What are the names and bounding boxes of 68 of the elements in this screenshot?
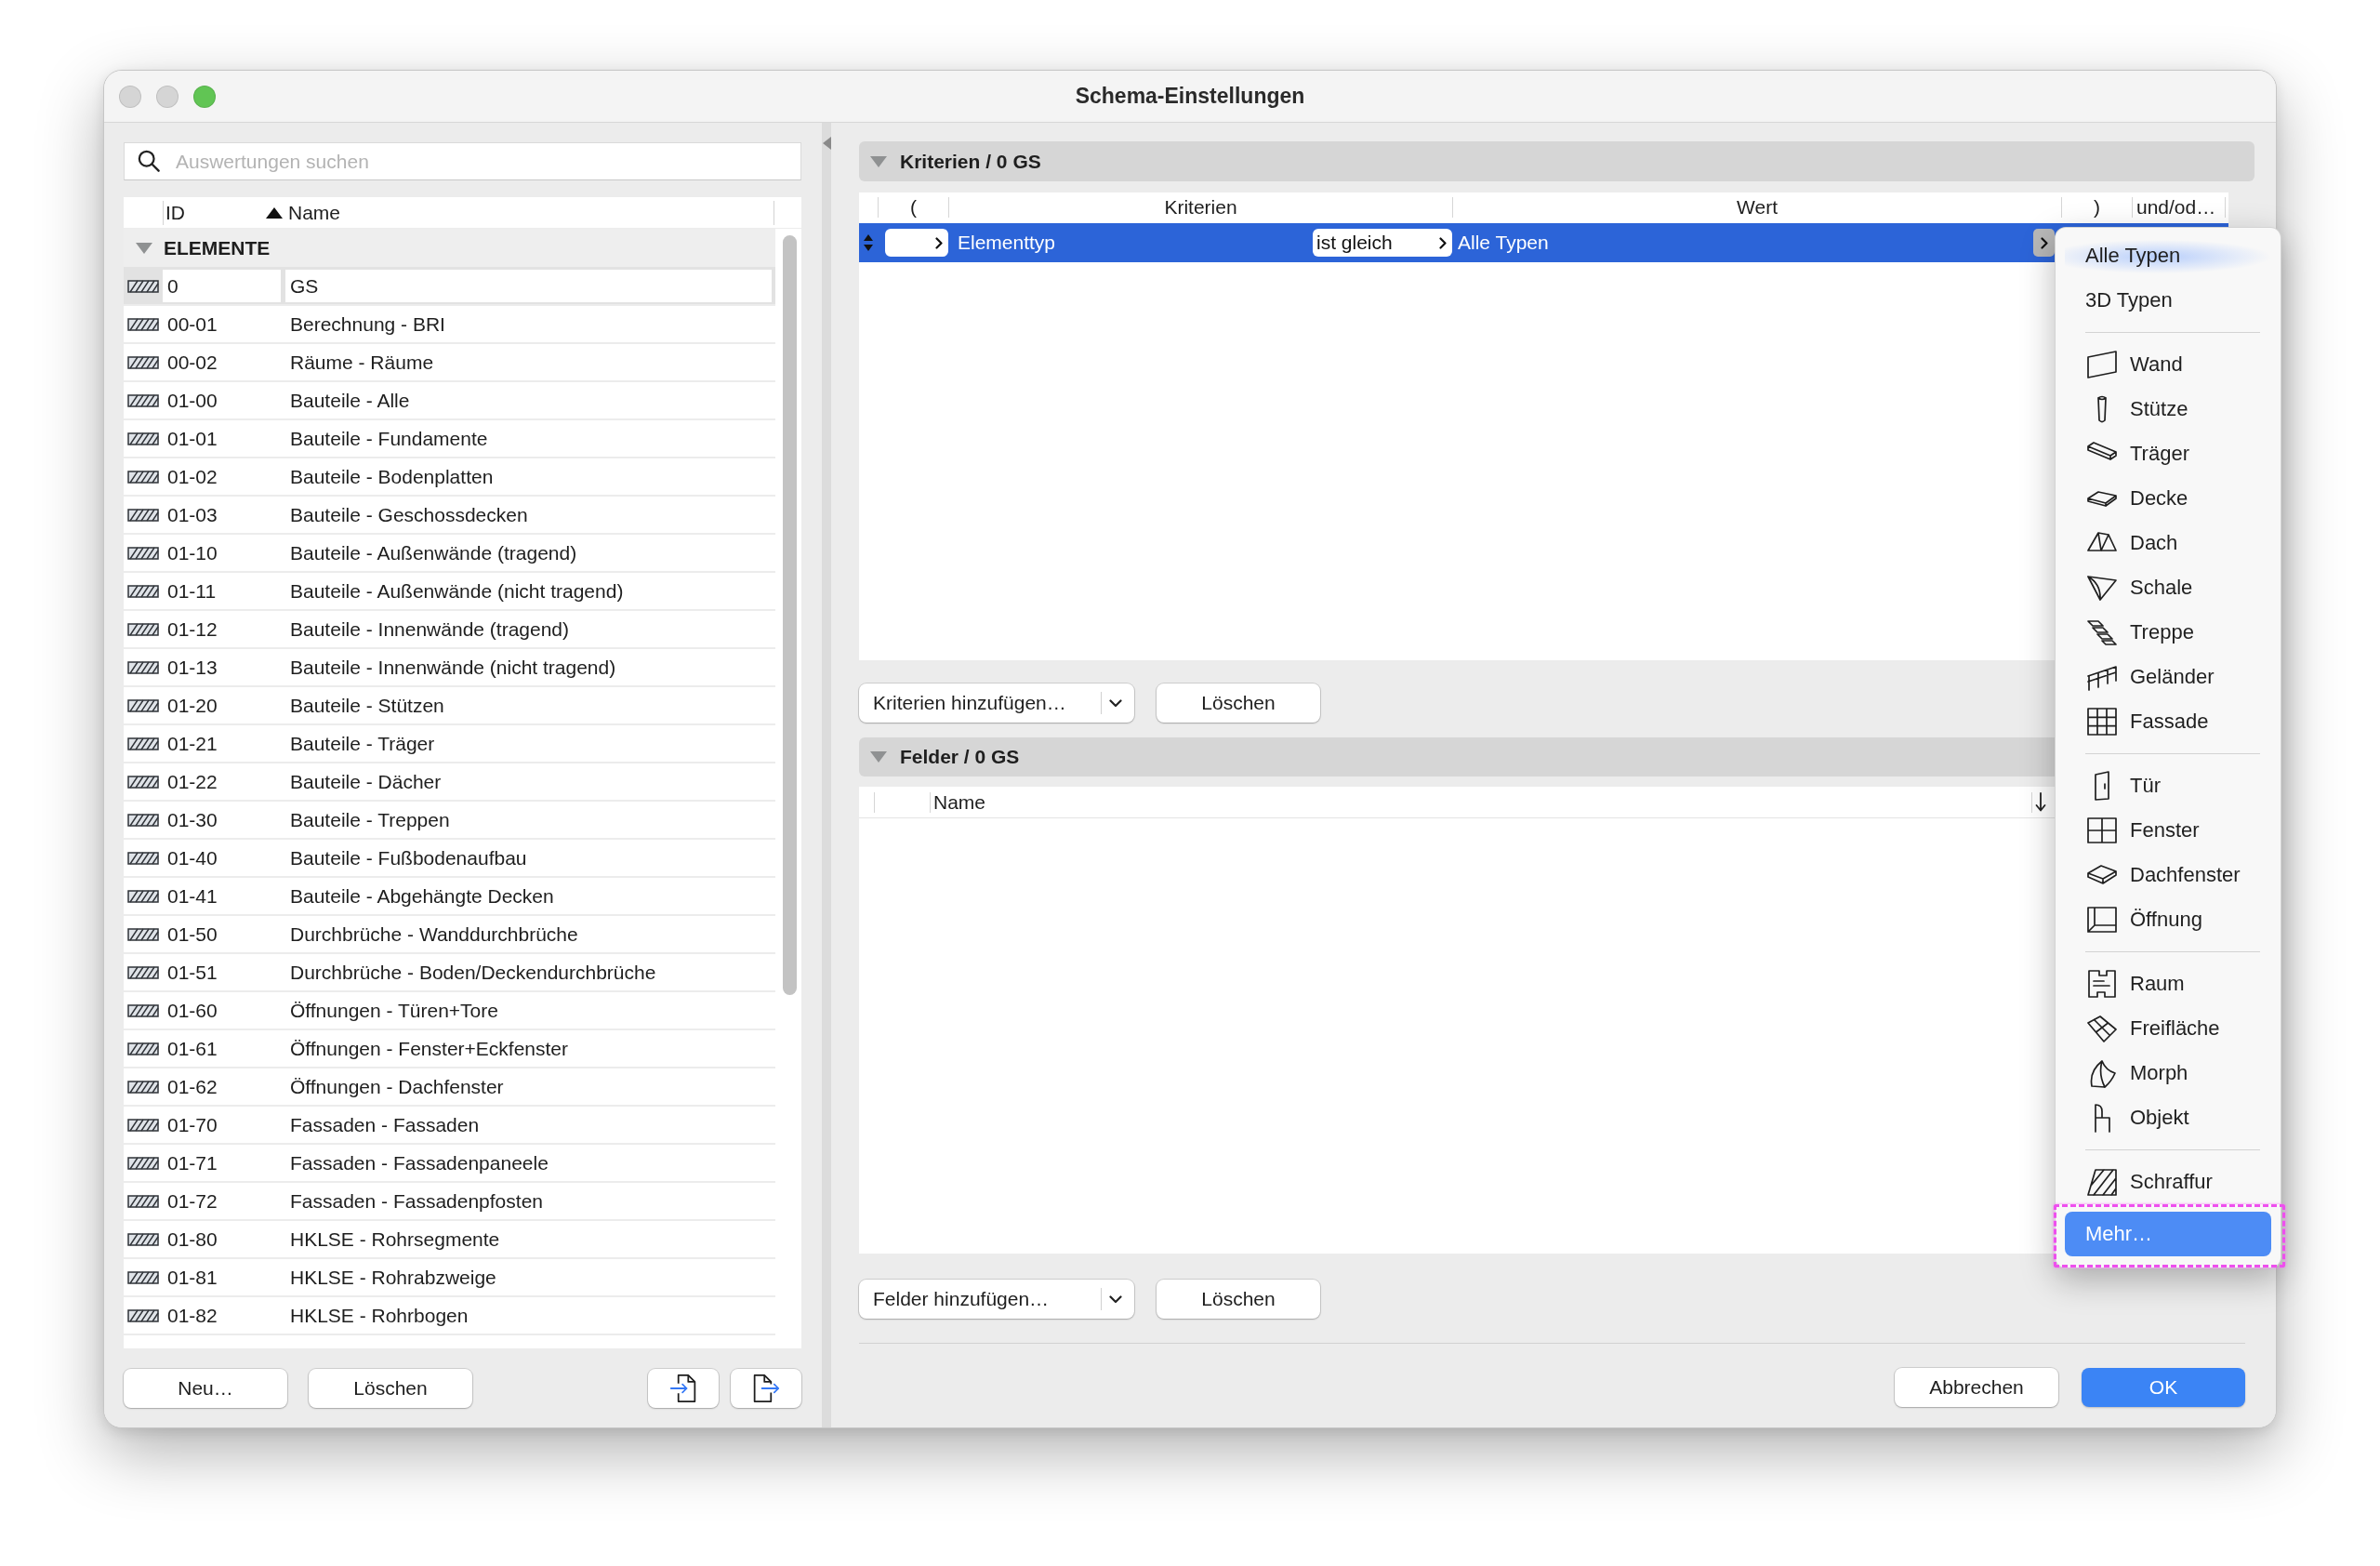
column-header: )	[2061, 196, 2132, 218]
id-cell-text: 01-12	[166, 617, 218, 642]
name-cell-text: Bauteile - Alle	[289, 389, 411, 413]
id-cell-text: 01-01	[166, 427, 218, 451]
id-cell-text: 01-00	[166, 389, 218, 413]
section-title: Felder / 0 GS	[900, 746, 1020, 768]
id-cell-text: 01-70	[166, 1113, 218, 1137]
id-cell-text: 01-03	[166, 503, 218, 527]
name-cell-text: HKLSE - Rohrsegmente	[289, 1228, 501, 1252]
id-cell-text: 01-02	[166, 465, 218, 489]
id-cell-text: 01-62	[166, 1075, 218, 1099]
id-cell-text: 01-10	[166, 541, 218, 565]
id-cell: 0	[163, 270, 281, 302]
name-cell-text: Durchbrüche - Boden/Deckendurchbrüche	[289, 961, 657, 985]
id-cell-text: 01-81	[166, 1266, 218, 1290]
name-cell-text: Bauteile - Fußbodenaufbau	[289, 846, 528, 870]
name-cell-text: Fassaden - Fassaden	[289, 1113, 481, 1137]
window-title: Schema-Einstellungen	[1075, 84, 1305, 109]
name-cell-text: Berechnung - BRI	[289, 312, 446, 337]
id-cell-text: 01-40	[166, 846, 218, 870]
column-header: (	[878, 196, 948, 218]
value-cell-text: Alle Typen	[1457, 232, 1550, 254]
id-cell-text: 01-50	[166, 922, 218, 947]
name-cell-text: HKLSE - Rohrbogen	[289, 1304, 469, 1328]
name-cell-text: Fassaden - Fassadenpfosten	[289, 1189, 544, 1214]
id-cell-text: 01-80	[166, 1228, 218, 1252]
id-cell-text: 00-01	[166, 312, 218, 337]
id-cell-text: 01-71	[166, 1151, 218, 1175]
name-cell-text: HKLSE - Rohrabzweige	[289, 1266, 497, 1290]
name-cell-text: Bauteile - Innenwände (tragend)	[289, 617, 571, 642]
name-cell-text: Bauteile - Stützen	[289, 694, 445, 718]
name-cell-text: Bauteile - Außenwände (nicht tragend)	[289, 579, 625, 604]
id-cell-text: 01-41	[166, 884, 218, 909]
name-cell-text: Bauteile - Fundamente	[289, 427, 489, 451]
id-cell-text: 00-02	[166, 351, 218, 375]
id-cell-text: 01-22	[166, 770, 218, 794]
id-cell-text: 01-51	[166, 961, 218, 985]
criterion-cell-text: Elementtyp	[957, 232, 1057, 254]
id-cell-text: 01-11	[166, 579, 218, 604]
id-cell-text: 01-13	[166, 656, 218, 680]
column-header: und/od…	[2132, 196, 2226, 218]
column-header: Name	[930, 791, 2031, 813]
name-cell-text: Bauteile - Bodenplatten	[289, 465, 495, 489]
name-cell-text: Bauteile - Dächer	[289, 770, 443, 794]
id-cell-text: 01-82	[166, 1304, 218, 1328]
id-cell-text: 01-60	[166, 999, 218, 1023]
id-cell-text: 01-30	[166, 808, 218, 832]
name-cell-text: Bauteile - Träger	[289, 732, 436, 756]
id-cell-text: 01-72	[166, 1189, 218, 1214]
name-cell-text: Bauteile - Abgehängte Decken	[289, 884, 555, 909]
id-cell-text: 01-21	[166, 732, 218, 756]
name-cell-text: Bauteile - Treppen	[289, 808, 451, 832]
section-title: Kriterien / 0 GS	[900, 150, 1041, 173]
name-cell-text: Fassaden - Fassadenpaneele	[289, 1151, 549, 1175]
id-cell-text: 01-61	[166, 1037, 218, 1061]
name-cell-text: Öffnungen - Türen+Tore	[289, 999, 499, 1023]
name-cell-text: Bauteile - Geschossdecken	[289, 503, 529, 527]
name-cell-text: Bauteile - Außenwände (tragend)	[289, 541, 578, 565]
name-cell: GS	[285, 270, 772, 302]
group-label: ELEMENTE	[164, 236, 271, 259]
column-header: Wert	[1452, 196, 2061, 218]
name-cell-text: Räume - Räume	[289, 351, 435, 375]
column-header: Kriterien	[948, 196, 1452, 218]
name-cell-text: Bauteile - Innenwände (nicht tragend)	[289, 656, 617, 680]
name-cell-text: Durchbrüche - Wanddurchbrüche	[289, 922, 579, 947]
name-cell-text: Öffnungen - Dachfenster	[289, 1075, 505, 1099]
name-cell-text: Öffnungen - Fenster+Eckfenster	[289, 1037, 570, 1061]
id-cell-text: 01-20	[166, 694, 218, 718]
